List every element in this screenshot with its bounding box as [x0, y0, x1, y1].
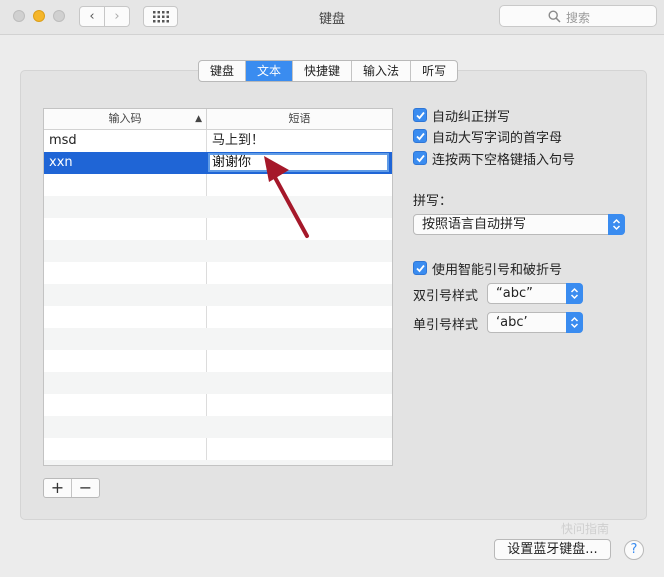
- empty-row: [44, 438, 392, 460]
- empty-row: [44, 240, 392, 262]
- tab-bar: 键盘 文本 快捷键 输入法 听写: [198, 60, 459, 82]
- table-header: 输入码 ▲ 短语: [44, 109, 392, 130]
- table-rows: msd 马上到！ xxn 谢谢你: [44, 130, 392, 465]
- cell-code: msd: [49, 133, 77, 148]
- empty-row: [44, 218, 392, 240]
- spelling-label: 拼写：: [413, 194, 453, 209]
- option-label: 连按两下空格键插入句号: [432, 152, 576, 168]
- annotation-arrow-icon: [264, 156, 309, 238]
- single-quote-popup[interactable]: ‘abc’: [487, 312, 583, 333]
- sort-ascending-icon: ▲: [195, 114, 202, 124]
- tab-shortcuts[interactable]: 快捷键: [293, 61, 353, 81]
- empty-row: [44, 350, 392, 372]
- tab-input-sources[interactable]: 输入法: [352, 61, 412, 81]
- option-autocapitalize[interactable]: 自动大写字词的首字母: [413, 127, 563, 146]
- tab-text[interactable]: 文本: [246, 61, 294, 81]
- empty-row: [44, 306, 392, 328]
- table-row[interactable]: msd 马上到！: [44, 130, 392, 152]
- tab-keyboard[interactable]: 键盘: [199, 61, 247, 81]
- double-quote-popup[interactable]: “abc”: [487, 283, 583, 304]
- title-bar: ‹ › 键盘 搜索: [0, 0, 664, 35]
- empty-row: [44, 416, 392, 438]
- option-label: 使用智能引号和破折号: [432, 262, 563, 278]
- option-autocorrect[interactable]: 自动纠正拼写: [413, 106, 511, 125]
- help-button[interactable]: ?: [624, 540, 644, 560]
- spelling-popup[interactable]: 按照语言自动拼写: [413, 214, 625, 235]
- double-quote-label: 双引号样式: [413, 289, 479, 304]
- tab-dictation[interactable]: 听写: [411, 61, 457, 81]
- empty-row: [44, 372, 392, 394]
- column-header-with[interactable]: 短语: [207, 109, 392, 129]
- checkbox-checked-icon[interactable]: [413, 151, 427, 165]
- search-icon: [548, 10, 561, 23]
- option-label: 自动纠正拼写: [432, 109, 511, 125]
- checkbox-checked-icon[interactable]: [413, 108, 427, 122]
- cell-phrase: 马上到！: [212, 133, 265, 148]
- empty-row: [44, 196, 392, 218]
- popup-chevrons-icon: [608, 214, 625, 235]
- setup-bluetooth-keyboard-button[interactable]: 设置蓝牙键盘...: [494, 539, 611, 560]
- empty-row: [44, 262, 392, 284]
- double-quote-value: “abc”: [496, 286, 533, 301]
- table-row-selected[interactable]: xxn 谢谢你: [44, 152, 392, 174]
- empty-row: [44, 174, 392, 196]
- checkbox-checked-icon[interactable]: [413, 129, 427, 143]
- option-label: 自动大写字词的首字母: [432, 130, 563, 146]
- popup-chevrons-icon: [566, 312, 583, 333]
- empty-row: [44, 284, 392, 306]
- watermark: 快问指南: [561, 522, 610, 536]
- empty-row: [44, 460, 392, 465]
- empty-row: [44, 394, 392, 416]
- single-quote-label: 单引号样式: [413, 318, 479, 333]
- single-quote-value: ‘abc’: [496, 315, 528, 330]
- text-replacement-table: 输入码 ▲ 短语 msd 马上到！ xxn 谢谢你: [43, 108, 393, 466]
- search-field[interactable]: 搜索: [499, 5, 657, 27]
- popup-chevrons-icon: [566, 283, 583, 304]
- add-remove-buttons: + −: [43, 478, 100, 498]
- column-header-replace[interactable]: 输入码 ▲: [44, 109, 207, 129]
- option-double-space-period[interactable]: 连按两下空格键插入句号: [413, 149, 576, 168]
- empty-row: [44, 328, 392, 350]
- remove-button[interactable]: −: [72, 479, 99, 497]
- add-button[interactable]: +: [44, 479, 72, 497]
- spelling-value: 按照语言自动拼写: [422, 217, 527, 232]
- option-smart-quotes[interactable]: 使用智能引号和破折号: [413, 259, 563, 278]
- cell-code: xxn: [49, 155, 73, 170]
- checkbox-checked-icon[interactable]: [413, 261, 427, 275]
- search-placeholder: 搜索: [566, 11, 591, 25]
